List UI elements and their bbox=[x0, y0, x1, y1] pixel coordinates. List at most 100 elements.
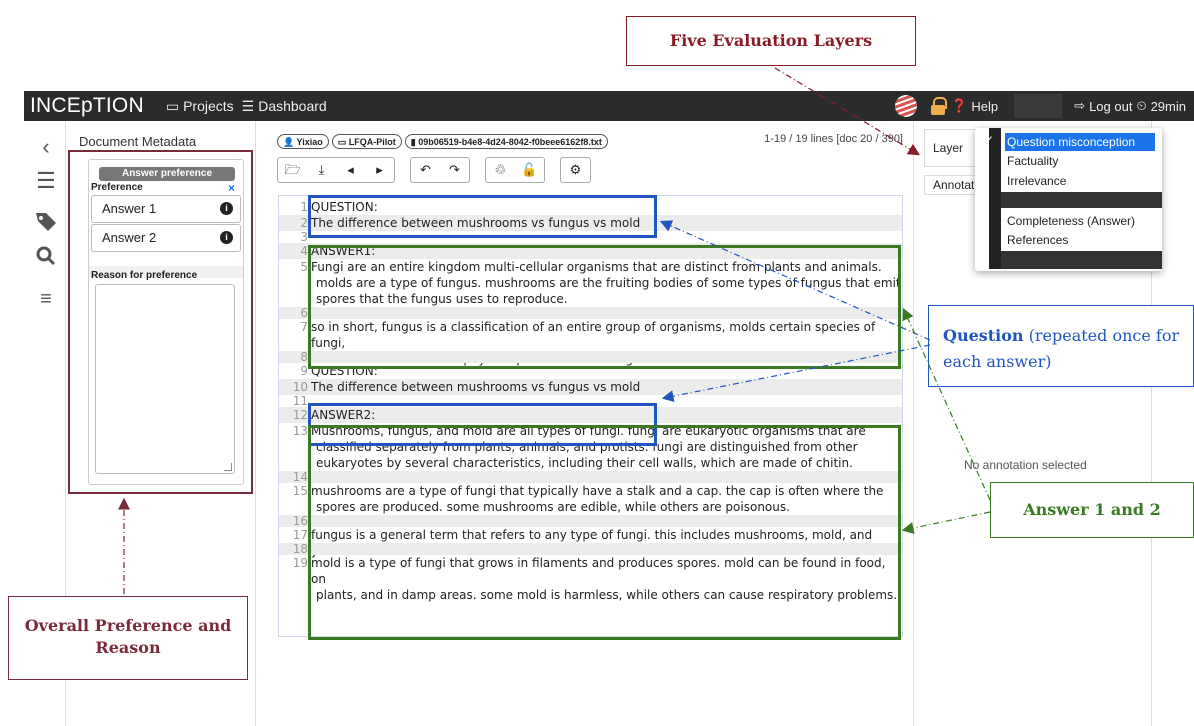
open-document-button[interactable]: 🗁 bbox=[278, 158, 307, 182]
question-callout: Question (repeated once for each answer) bbox=[928, 305, 1194, 387]
line-number: 19 bbox=[292, 556, 308, 570]
toolbar-group-state: ♲ 🔓 bbox=[485, 157, 545, 183]
line-number: 15 bbox=[292, 484, 308, 498]
collapse-chevron-icon[interactable]: ‹ bbox=[34, 135, 58, 159]
line-number: 12 bbox=[292, 408, 308, 422]
question-1-highlight bbox=[308, 195, 657, 238]
check-icon: ✓ bbox=[984, 133, 995, 147]
line-text: The difference between mushrooms vs fung… bbox=[311, 379, 901, 395]
layer-option-factuality[interactable]: Factuality bbox=[1005, 152, 1058, 170]
user-name-box bbox=[1014, 94, 1063, 118]
help-icon: ❓ bbox=[951, 98, 968, 113]
layer-dropdown: ✓ Question misconception Factuality Irre… bbox=[975, 128, 1162, 271]
clear-preference-button[interactable]: × bbox=[228, 181, 235, 195]
resize-grip-icon[interactable] bbox=[224, 463, 232, 471]
dropdown-separator bbox=[1001, 192, 1162, 208]
answer-option-label: Answer 2 bbox=[102, 230, 157, 245]
nav-dashboard[interactable]: ☰ Dashboard bbox=[242, 98, 327, 115]
project-badge-label: LFQA-Pilot bbox=[348, 137, 396, 147]
undo-icon: ↶ bbox=[420, 162, 431, 177]
preference-label: Preference bbox=[91, 182, 143, 193]
unlock-icon: 🔓 bbox=[521, 162, 538, 177]
reason-label: Reason for preference bbox=[91, 270, 198, 281]
arrow-right-box-icon: ▸ bbox=[376, 162, 383, 177]
projects-icon: ▭ bbox=[165, 97, 180, 114]
no-annotation-text: No annotation selected bbox=[964, 458, 1087, 472]
overall-preference-callout: Overall Preference and Reason bbox=[8, 596, 248, 680]
metadata-title: Document Metadata bbox=[79, 134, 197, 149]
layer-option-completeness[interactable]: Completeness (Answer) bbox=[1005, 212, 1135, 230]
lock-icon[interactable] bbox=[931, 97, 948, 115]
search-icon-shape bbox=[36, 246, 56, 266]
previous-document-button[interactable]: ◂ bbox=[336, 158, 365, 182]
undo-button[interactable]: ↶ bbox=[411, 158, 440, 182]
user-badge: 👤 Yixiao bbox=[277, 134, 329, 149]
nav-projects-label: Projects bbox=[183, 98, 234, 114]
download-file-icon: ⤓ bbox=[318, 162, 325, 177]
tags-icon-shape bbox=[36, 213, 56, 231]
question-callout-bold: Question bbox=[943, 326, 1024, 345]
dropdown-left-bar bbox=[989, 128, 1001, 269]
document-line[interactable]: 10 The difference between mushrooms vs fu… bbox=[279, 379, 902, 395]
recycle-icon: ♲ bbox=[494, 162, 507, 177]
layer-option-references[interactable]: References bbox=[1005, 231, 1068, 249]
line-number: 5 bbox=[300, 260, 308, 274]
editor-toolbar: 🗁 ⤓ ◂ ▸ ↶ ↷ ♲ 🔓 ⚙ bbox=[277, 157, 606, 183]
dropdown-separator bbox=[1001, 251, 1162, 269]
gear-icon: ⚙ bbox=[569, 162, 582, 177]
list-icon[interactable]: ☰ bbox=[34, 169, 58, 193]
line-number: 1 bbox=[300, 200, 308, 214]
info-icon[interactable]: i bbox=[220, 202, 233, 215]
navbar-right: ❓ Help ⇨ Log out ⏲ 29min bbox=[895, 91, 1190, 121]
line-text-main: The difference between mushrooms vs fung… bbox=[311, 380, 641, 394]
clock-icon: ⏲ bbox=[1136, 98, 1147, 113]
folder-icon: 🗁 bbox=[284, 162, 301, 177]
line-number: 7 bbox=[300, 320, 308, 334]
help-link[interactable]: Help bbox=[971, 99, 998, 114]
line-number: 11 bbox=[292, 394, 308, 408]
line-number: 4 bbox=[300, 244, 308, 258]
ordered-list-icon[interactable]: ≡ bbox=[34, 287, 58, 311]
answer-preference-card: Answer preference Preference × Answer 1 … bbox=[88, 159, 244, 485]
document-badge: ▮ 09b06519-b4e8-4d24-8042-f0beee6162f8.t… bbox=[404, 134, 608, 149]
five-layers-callout: Five Evaluation Layers bbox=[626, 16, 916, 66]
answer-1-highlight bbox=[308, 245, 901, 369]
project-badge: ▭ LFQA-Pilot bbox=[331, 134, 402, 149]
finish-document-button[interactable]: 🔓 bbox=[515, 158, 544, 182]
document-badges: 👤 Yixiao ▭ LFQA-Pilot ▮ 09b06519-b4e8-4d… bbox=[277, 134, 608, 149]
session-timer: 29min bbox=[1150, 98, 1186, 114]
answers-callout: Answer 1 and 2 bbox=[990, 482, 1194, 538]
avatar[interactable] bbox=[895, 95, 918, 117]
answer-2-highlight bbox=[308, 425, 901, 640]
answer-option-2[interactable]: Answer 2 i bbox=[91, 224, 241, 252]
line-number: 14 bbox=[292, 470, 308, 484]
line-number: 17 bbox=[292, 528, 308, 542]
layer-option-irrelevance[interactable]: Irrelevance bbox=[1005, 172, 1066, 190]
next-document-button[interactable]: ▸ bbox=[365, 158, 394, 182]
answer-option-label: Answer 1 bbox=[102, 201, 157, 216]
info-icon[interactable]: i bbox=[220, 231, 233, 244]
user-badge-label: Yixiao bbox=[296, 137, 323, 147]
line-number: 10 bbox=[292, 380, 308, 394]
toolbar-group-navigation: 🗁 ⤓ ◂ ▸ bbox=[277, 157, 395, 183]
reset-document-button[interactable]: ♲ bbox=[486, 158, 515, 182]
nav-projects[interactable]: ▭ Projects bbox=[166, 98, 234, 115]
dashboard-icon: ☰ bbox=[241, 97, 255, 114]
logout-link[interactable]: Log out bbox=[1089, 99, 1132, 114]
line-info: 1-19 / 19 lines [doc 20 / 390] bbox=[764, 133, 903, 145]
line-number: 16 bbox=[292, 514, 308, 528]
reason-textarea[interactable] bbox=[95, 284, 235, 474]
redo-icon: ↷ bbox=[449, 162, 460, 177]
export-button[interactable]: ⤓ bbox=[307, 158, 336, 182]
tags-icon[interactable] bbox=[34, 209, 58, 233]
line-number: 3 bbox=[300, 230, 308, 244]
redo-button[interactable]: ↷ bbox=[440, 158, 469, 182]
line-number: 8 bbox=[300, 350, 308, 364]
settings-button[interactable]: ⚙ bbox=[561, 158, 590, 182]
layer-option-question-misconception[interactable]: Question misconception bbox=[1005, 133, 1155, 151]
answer-option-1[interactable]: Answer 1 i bbox=[91, 195, 241, 223]
line-number: 2 bbox=[300, 216, 308, 230]
layer-label: Layer bbox=[933, 141, 964, 155]
app-brand[interactable]: INCEpTION bbox=[30, 94, 144, 118]
search-icon[interactable] bbox=[34, 245, 58, 269]
